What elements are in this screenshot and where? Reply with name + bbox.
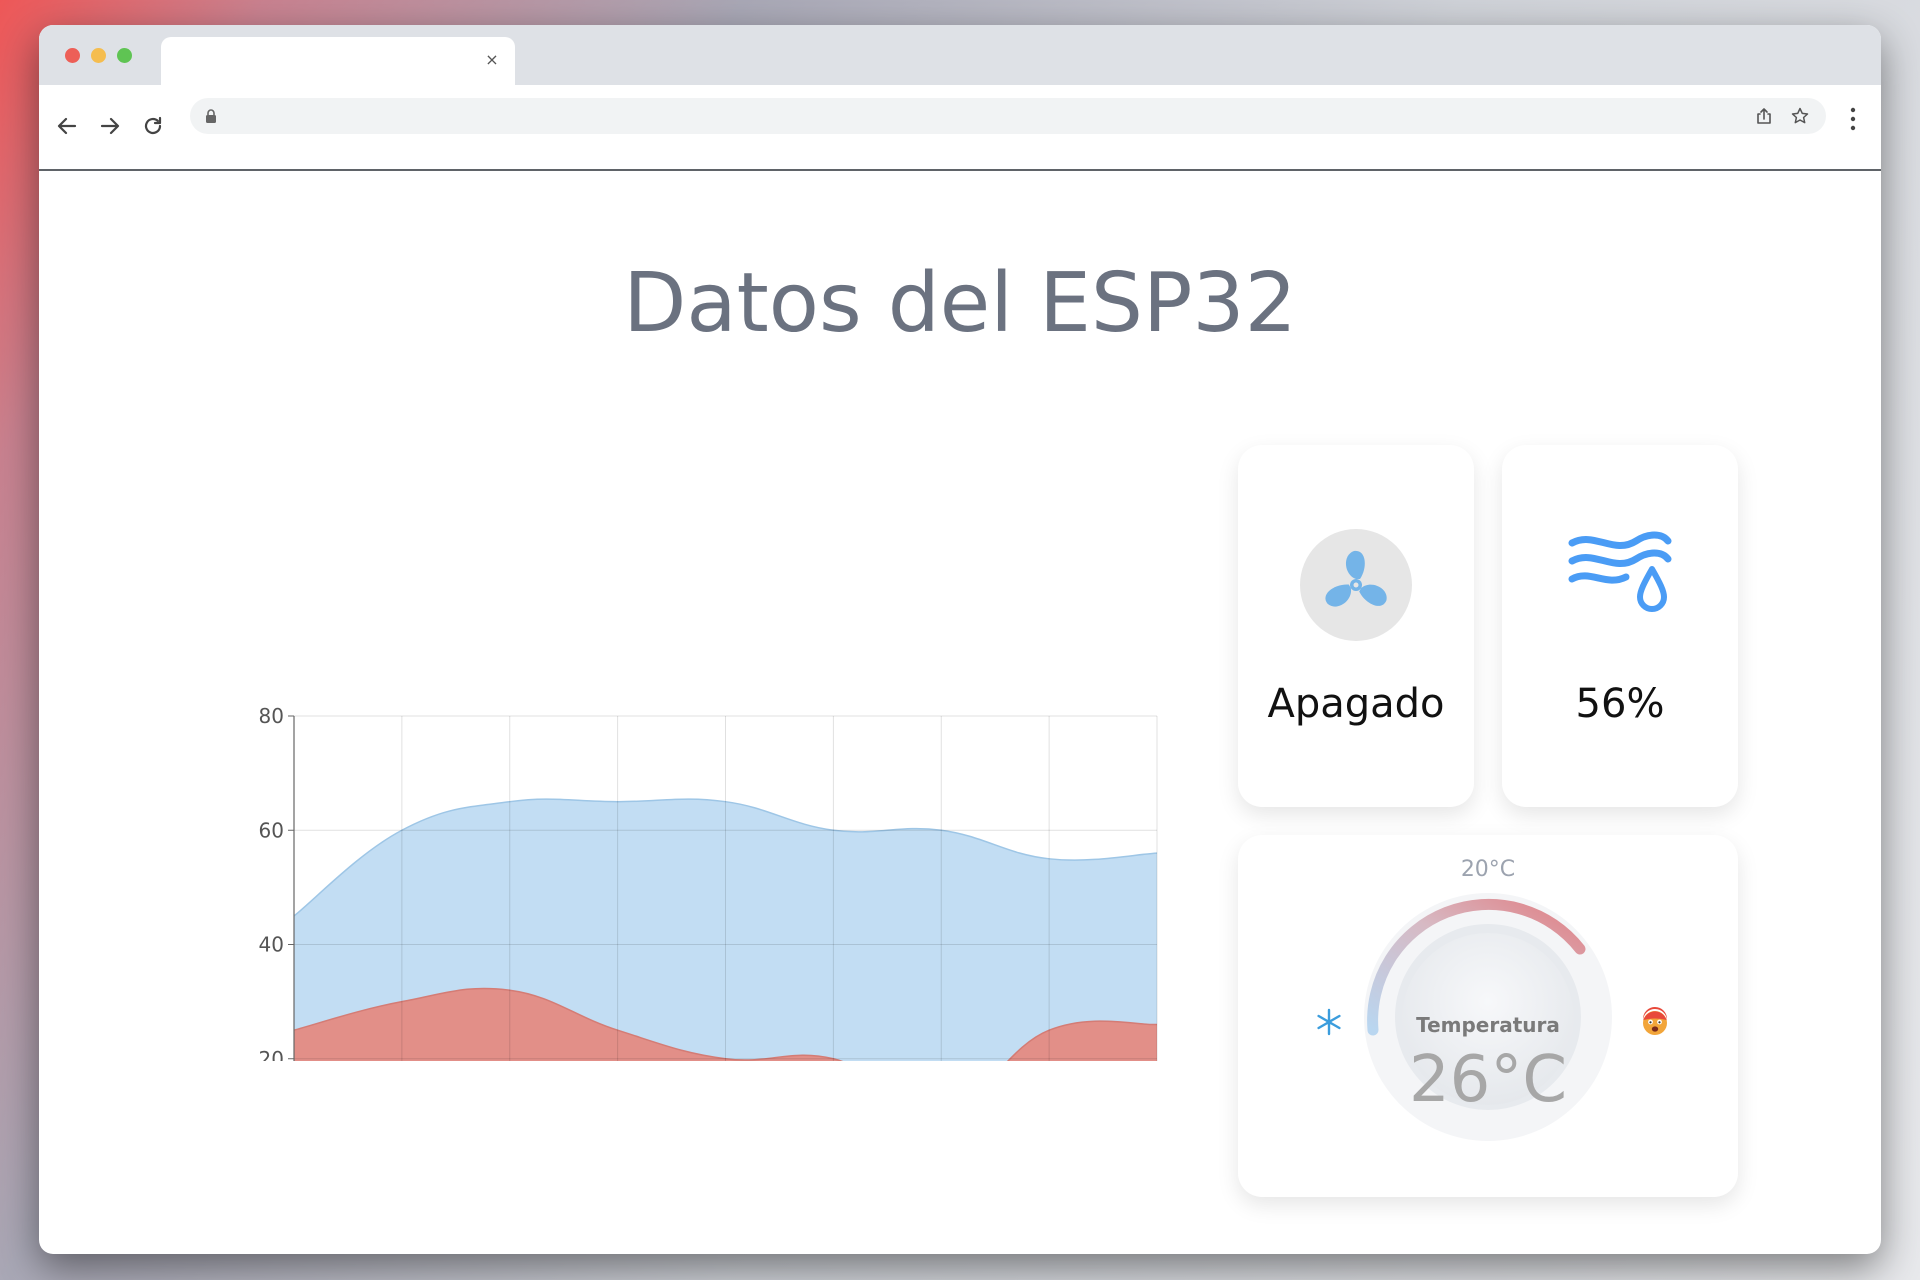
browser-tab[interactable]: × <box>161 37 515 85</box>
gauge-readout: Temperatura 26°C <box>1356 885 1620 1149</box>
y-tick-label: 20 <box>259 1047 284 1061</box>
page-title: Datos del ESP32 <box>623 256 1297 351</box>
snowflake-icon[interactable] <box>1314 1007 1344 1037</box>
fan-icon <box>1300 529 1412 641</box>
maximize-window-button[interactable] <box>117 48 132 63</box>
address-bar[interactable] <box>190 98 1826 134</box>
humidity-value: 56% <box>1575 681 1665 727</box>
humidity-icon <box>1568 531 1672 612</box>
data-chart: 02040608012:21:2412:21:2412:21:3912:21:4… <box>199 541 1199 1061</box>
temperature-value: 26°C <box>1408 1043 1568 1117</box>
y-tick-label: 80 <box>259 704 284 728</box>
lock-icon <box>206 109 216 123</box>
setpoint-value: 20°C <box>1460 857 1516 882</box>
tab-bar: × <box>39 25 1881 85</box>
reload-icon[interactable] <box>141 114 165 138</box>
humidity-card: 56% <box>1502 445 1738 807</box>
hot-face-icon[interactable] <box>1640 1007 1670 1037</box>
y-tick-label: 60 <box>259 818 284 842</box>
close-window-button[interactable] <box>65 48 80 63</box>
tab-close-icon[interactable]: × <box>481 49 503 71</box>
y-tick-label: 40 <box>259 933 284 957</box>
arrow-left-icon[interactable] <box>55 114 79 138</box>
page-content: Datos del ESP32 02040608012:21:2412:21:2… <box>39 171 1881 1254</box>
browser-window: × Datos del ESP32 20 40 60 80 Apagado 56… <box>39 25 1881 1254</box>
minimize-window-button[interactable] <box>91 48 106 63</box>
arrow-right-icon[interactable] <box>98 114 122 138</box>
star-icon[interactable] <box>1790 106 1810 126</box>
gauge-label: Temperatura <box>1416 1013 1560 1037</box>
chart-svg: 02040608012:21:2412:21:2412:21:3912:21:4… <box>259 704 1158 1061</box>
fan-status: Apagado <box>1267 681 1445 727</box>
share-icon[interactable] <box>1754 106 1774 126</box>
vertical-dots-icon[interactable] <box>1843 105 1863 133</box>
browser-toolbar <box>39 85 1881 171</box>
thermostat-card: 20°C Temperatura 26°C <box>1238 835 1738 1197</box>
fan-card: Apagado <box>1238 445 1474 807</box>
